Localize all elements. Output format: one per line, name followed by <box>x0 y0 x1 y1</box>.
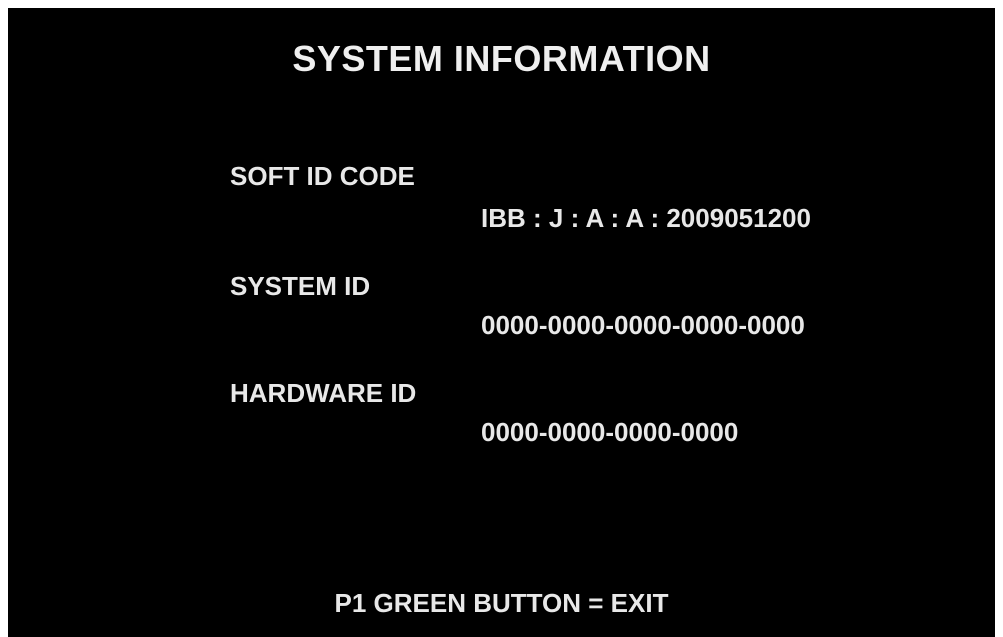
soft-id-value: IBB : J : A : A : 2009051200 <box>481 203 811 233</box>
soft-id-label: SOFT ID CODE <box>230 161 415 191</box>
hardware-id-value: 0000-0000-0000-0000 <box>481 417 739 447</box>
system-info-screen: SYSTEM INFORMATION SOFT ID CODE IBB : J … <box>8 8 995 637</box>
exit-instruction: P1 GREEN BUTTON = EXIT <box>334 588 669 618</box>
system-id-label: SYSTEM ID <box>230 271 371 301</box>
system-id-value: 0000-0000-0000-0000-0000 <box>481 310 805 340</box>
page-title: SYSTEM INFORMATION <box>292 38 711 79</box>
hardware-id-label: HARDWARE ID <box>230 378 417 408</box>
